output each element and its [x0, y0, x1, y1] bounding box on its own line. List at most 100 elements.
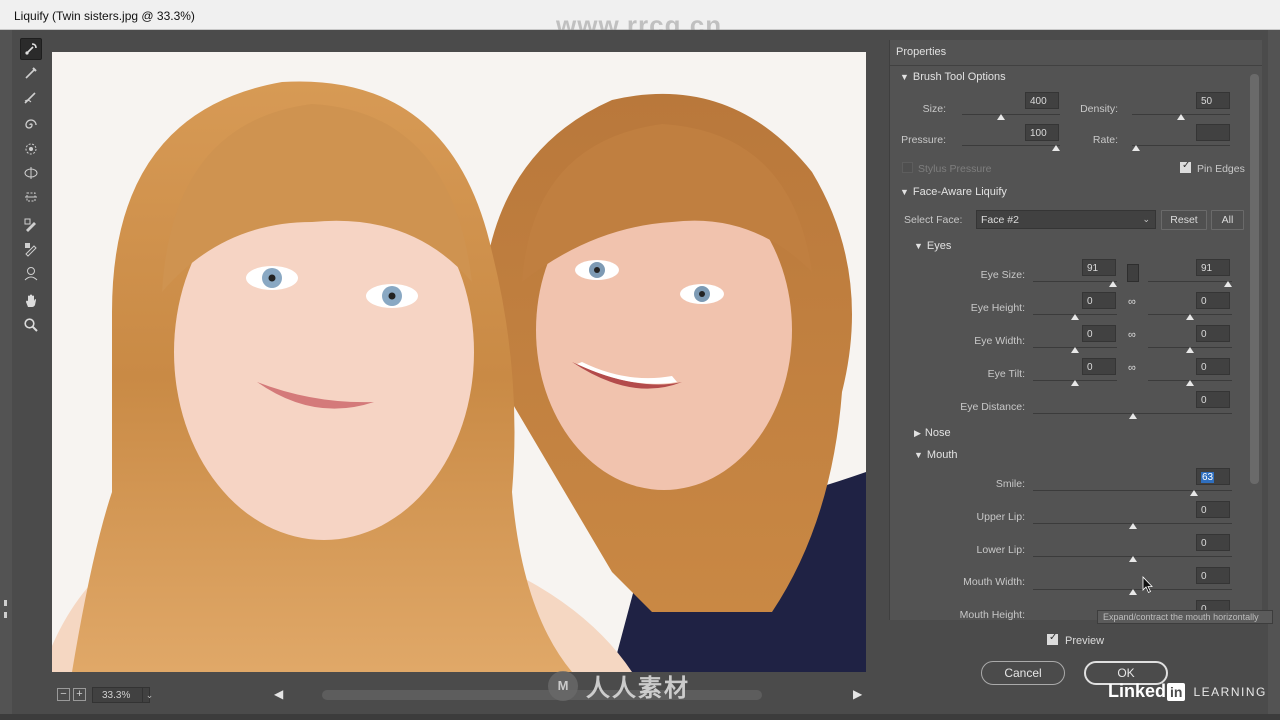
- face-icon: [24, 267, 38, 281]
- select-face-dropdown[interactable]: Face #2 ⌄: [976, 210, 1156, 229]
- stylus-pressure-label: Stylus Pressure: [918, 163, 992, 175]
- window-titlebar: Liquify (Twin sisters.jpg @ 33.3%) www.r…: [0, 0, 1280, 40]
- eye-width-right-slider[interactable]: [1148, 346, 1232, 354]
- image-canvas[interactable]: [52, 52, 866, 672]
- pressure-slider[interactable]: [962, 144, 1060, 152]
- liquify-toolbar: [20, 38, 44, 338]
- density-slider[interactable]: [1132, 113, 1230, 121]
- link-icon[interactable]: ∞: [1128, 329, 1140, 345]
- edge-marks: [4, 600, 8, 630]
- zoom-dropdown-icon[interactable]: ⌄: [142, 687, 156, 703]
- eyes-section[interactable]: ▼ Eyes: [914, 240, 951, 252]
- mouth-height-label: Mouth Height:: [959, 609, 1025, 620]
- zoom-in-button[interactable]: +: [73, 688, 86, 701]
- panel-scrollbar[interactable]: [1250, 74, 1259, 484]
- link-icon[interactable]: ∞: [1128, 362, 1140, 378]
- smile-slider[interactable]: [1033, 489, 1232, 497]
- eye-size-left-slider[interactable]: [1033, 280, 1117, 288]
- watermark-text: 人人素材: [586, 675, 690, 702]
- size-label: Size:: [922, 103, 946, 115]
- scroll-right-icon[interactable]: ▶: [853, 687, 862, 701]
- size-slider[interactable]: [962, 113, 1060, 121]
- mouth-section[interactable]: ▼ Mouth: [914, 449, 958, 461]
- eye-height-left-slider[interactable]: [1033, 313, 1117, 321]
- all-button[interactable]: All: [1211, 210, 1244, 230]
- smile-field[interactable]: 63: [1196, 468, 1230, 485]
- eye-size-label: Eye Size:: [980, 269, 1025, 281]
- nose-section[interactable]: ▶ Nose: [914, 427, 951, 439]
- push-left-tool[interactable]: [20, 186, 42, 208]
- upper-lip-field[interactable]: 0: [1196, 501, 1230, 518]
- eye-distance-field[interactable]: 0: [1196, 391, 1230, 408]
- expand-triangle-icon: ▼: [900, 187, 909, 197]
- eye-height-label: Eye Height:: [970, 302, 1025, 314]
- eye-height-right-field[interactable]: 0: [1196, 292, 1230, 309]
- upper-lip-slider[interactable]: [1033, 522, 1232, 530]
- push-left-icon: [25, 192, 37, 202]
- scroll-left-icon[interactable]: ◀: [274, 687, 283, 701]
- rate-slider[interactable]: [1132, 144, 1230, 152]
- stylus-pressure-checkbox[interactable]: [902, 162, 913, 173]
- expand-triangle-icon: ▼: [914, 241, 923, 251]
- eye-tilt-right-slider[interactable]: [1148, 379, 1232, 387]
- freeze-mask-tool[interactable]: [20, 214, 42, 236]
- eye-height-left-field[interactable]: 0: [1082, 292, 1116, 309]
- reconstruct-tool[interactable]: [20, 62, 42, 84]
- hand-tool[interactable]: [20, 290, 42, 312]
- eye-width-right-field[interactable]: 0: [1196, 325, 1230, 342]
- mouth-width-slider[interactable]: [1033, 588, 1232, 596]
- pressure-field[interactable]: 100: [1025, 124, 1059, 141]
- lower-lip-label: Lower Lip:: [976, 544, 1025, 556]
- zoom-tool[interactable]: [20, 314, 42, 336]
- lower-lip-slider[interactable]: [1033, 555, 1232, 563]
- reconstruct-icon: [25, 67, 37, 79]
- pucker-icon: [25, 143, 37, 155]
- eye-tilt-label: Eye Tilt:: [987, 368, 1025, 380]
- eye-width-left-slider[interactable]: [1033, 346, 1117, 354]
- eye-width-label: Eye Width:: [974, 335, 1025, 347]
- pucker-tool[interactable]: [20, 138, 42, 160]
- watermark-bottom: M 人人素材: [548, 668, 690, 703]
- lower-lip-field[interactable]: 0: [1196, 534, 1230, 551]
- eye-size-right-slider[interactable]: [1148, 280, 1232, 288]
- eye-size-right-field[interactable]: 91: [1196, 259, 1230, 276]
- eye-distance-slider[interactable]: [1033, 412, 1232, 420]
- pin-edges-checkbox[interactable]: [1180, 160, 1191, 173]
- link-icon[interactable]: [1127, 264, 1139, 282]
- size-field[interactable]: 400: [1025, 92, 1059, 109]
- eye-tilt-right-field[interactable]: 0: [1196, 358, 1230, 375]
- smooth-icon: [24, 92, 36, 104]
- zoom-out-button[interactable]: −: [57, 688, 70, 701]
- twirl-clockwise-tool[interactable]: [20, 114, 42, 136]
- density-field[interactable]: 50: [1196, 92, 1230, 109]
- chevron-down-icon: ⌄: [1142, 214, 1150, 224]
- thaw-mask-tool[interactable]: [20, 238, 42, 260]
- forward-warp-tool[interactable]: [20, 38, 42, 60]
- link-icon[interactable]: ∞: [1128, 296, 1140, 312]
- eye-height-right-slider[interactable]: [1148, 313, 1232, 321]
- smile-label: Smile:: [995, 478, 1025, 490]
- bloat-icon: [24, 167, 38, 179]
- scroll-thumb[interactable]: [322, 690, 762, 700]
- eye-distance-label: Eye Distance:: [960, 401, 1025, 413]
- eye-width-left-field[interactable]: 0: [1082, 325, 1116, 342]
- brush-options-section[interactable]: ▼ Brush Tool Options: [900, 71, 1006, 83]
- smooth-tool[interactable]: [20, 86, 42, 108]
- forward-warp-icon: [25, 43, 37, 55]
- reset-button[interactable]: Reset: [1161, 210, 1207, 230]
- eye-tilt-left-slider[interactable]: [1033, 379, 1117, 387]
- face-tool[interactable]: [20, 262, 42, 284]
- panel-divider: [890, 65, 1262, 66]
- eye-size-left-field[interactable]: 91: [1082, 259, 1116, 276]
- mouth-width-field[interactable]: 0: [1196, 567, 1230, 584]
- collapsed-triangle-icon: ▶: [914, 428, 921, 438]
- mouth-width-label: Mouth Width:: [963, 576, 1025, 588]
- cancel-button[interactable]: Cancel: [981, 661, 1065, 685]
- rate-field[interactable]: [1196, 124, 1230, 141]
- face-aware-section[interactable]: ▼ Face-Aware Liquify: [900, 186, 1007, 198]
- eye-tilt-left-field[interactable]: 0: [1082, 358, 1116, 375]
- linkedin-learning-logo: Linked in LEARNING: [1108, 681, 1267, 701]
- expand-triangle-icon: ▼: [914, 450, 923, 460]
- bloat-tool[interactable]: [20, 162, 42, 184]
- preview-checkbox[interactable]: [1047, 632, 1058, 645]
